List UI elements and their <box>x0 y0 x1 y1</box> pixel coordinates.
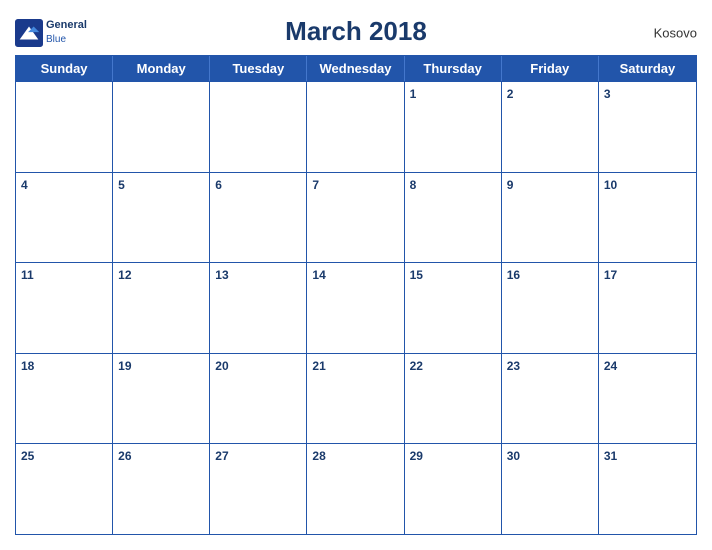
day-cell-27: 27 <box>210 444 307 534</box>
week-row-2: 4 5 6 7 8 9 10 <box>16 172 696 263</box>
calendar-grid: Sunday Monday Tuesday Wednesday Thursday… <box>15 55 697 535</box>
day-cell-4: 4 <box>16 173 113 263</box>
header-thursday: Thursday <box>405 56 502 81</box>
day-cell-17: 17 <box>599 263 696 353</box>
calendar-header: General Blue March 2018 Kosovo <box>15 10 697 55</box>
day-cell-3: 3 <box>599 82 696 172</box>
day-cell-24: 24 <box>599 354 696 444</box>
calendar-page: General Blue March 2018 Kosovo Sunday Mo… <box>0 0 712 550</box>
header-friday: Friday <box>502 56 599 81</box>
logo-text: General Blue <box>46 19 87 45</box>
country-label: Kosovo <box>654 25 697 40</box>
header-sunday: Sunday <box>16 56 113 81</box>
day-cell <box>16 82 113 172</box>
day-cell-26: 26 <box>113 444 210 534</box>
day-cell <box>113 82 210 172</box>
day-cell <box>307 82 404 172</box>
day-cell-5: 5 <box>113 173 210 263</box>
calendar-body: 1 2 3 4 5 6 7 8 9 10 11 12 13 14 15 16 <box>16 81 696 534</box>
day-cell <box>210 82 307 172</box>
day-cell-22: 22 <box>405 354 502 444</box>
day-cell-19: 19 <box>113 354 210 444</box>
days-header-row: Sunday Monday Tuesday Wednesday Thursday… <box>16 56 696 81</box>
day-cell-14: 14 <box>307 263 404 353</box>
day-cell-7: 7 <box>307 173 404 263</box>
header-tuesday: Tuesday <box>210 56 307 81</box>
week-row-3: 11 12 13 14 15 16 17 <box>16 262 696 353</box>
week-row-5: 25 26 27 28 29 30 31 <box>16 443 696 534</box>
header-monday: Monday <box>113 56 210 81</box>
day-cell-1: 1 <box>405 82 502 172</box>
calendar-title: March 2018 <box>285 16 427 47</box>
day-cell-18: 18 <box>16 354 113 444</box>
day-cell-8: 8 <box>405 173 502 263</box>
week-row-1: 1 2 3 <box>16 81 696 172</box>
header-wednesday: Wednesday <box>307 56 404 81</box>
day-cell-9: 9 <box>502 173 599 263</box>
day-cell-12: 12 <box>113 263 210 353</box>
logo-icon <box>15 19 43 47</box>
day-cell-31: 31 <box>599 444 696 534</box>
day-cell-10: 10 <box>599 173 696 263</box>
day-cell-11: 11 <box>16 263 113 353</box>
day-cell-23: 23 <box>502 354 599 444</box>
day-cell-2: 2 <box>502 82 599 172</box>
day-cell-15: 15 <box>405 263 502 353</box>
day-cell-25: 25 <box>16 444 113 534</box>
day-cell-13: 13 <box>210 263 307 353</box>
week-row-4: 18 19 20 21 22 23 24 <box>16 353 696 444</box>
logo[interactable]: General Blue <box>15 19 87 47</box>
day-cell-30: 30 <box>502 444 599 534</box>
day-cell-16: 16 <box>502 263 599 353</box>
day-cell-28: 28 <box>307 444 404 534</box>
header-saturday: Saturday <box>599 56 696 81</box>
day-cell-29: 29 <box>405 444 502 534</box>
day-cell-6: 6 <box>210 173 307 263</box>
day-cell-20: 20 <box>210 354 307 444</box>
day-cell-21: 21 <box>307 354 404 444</box>
